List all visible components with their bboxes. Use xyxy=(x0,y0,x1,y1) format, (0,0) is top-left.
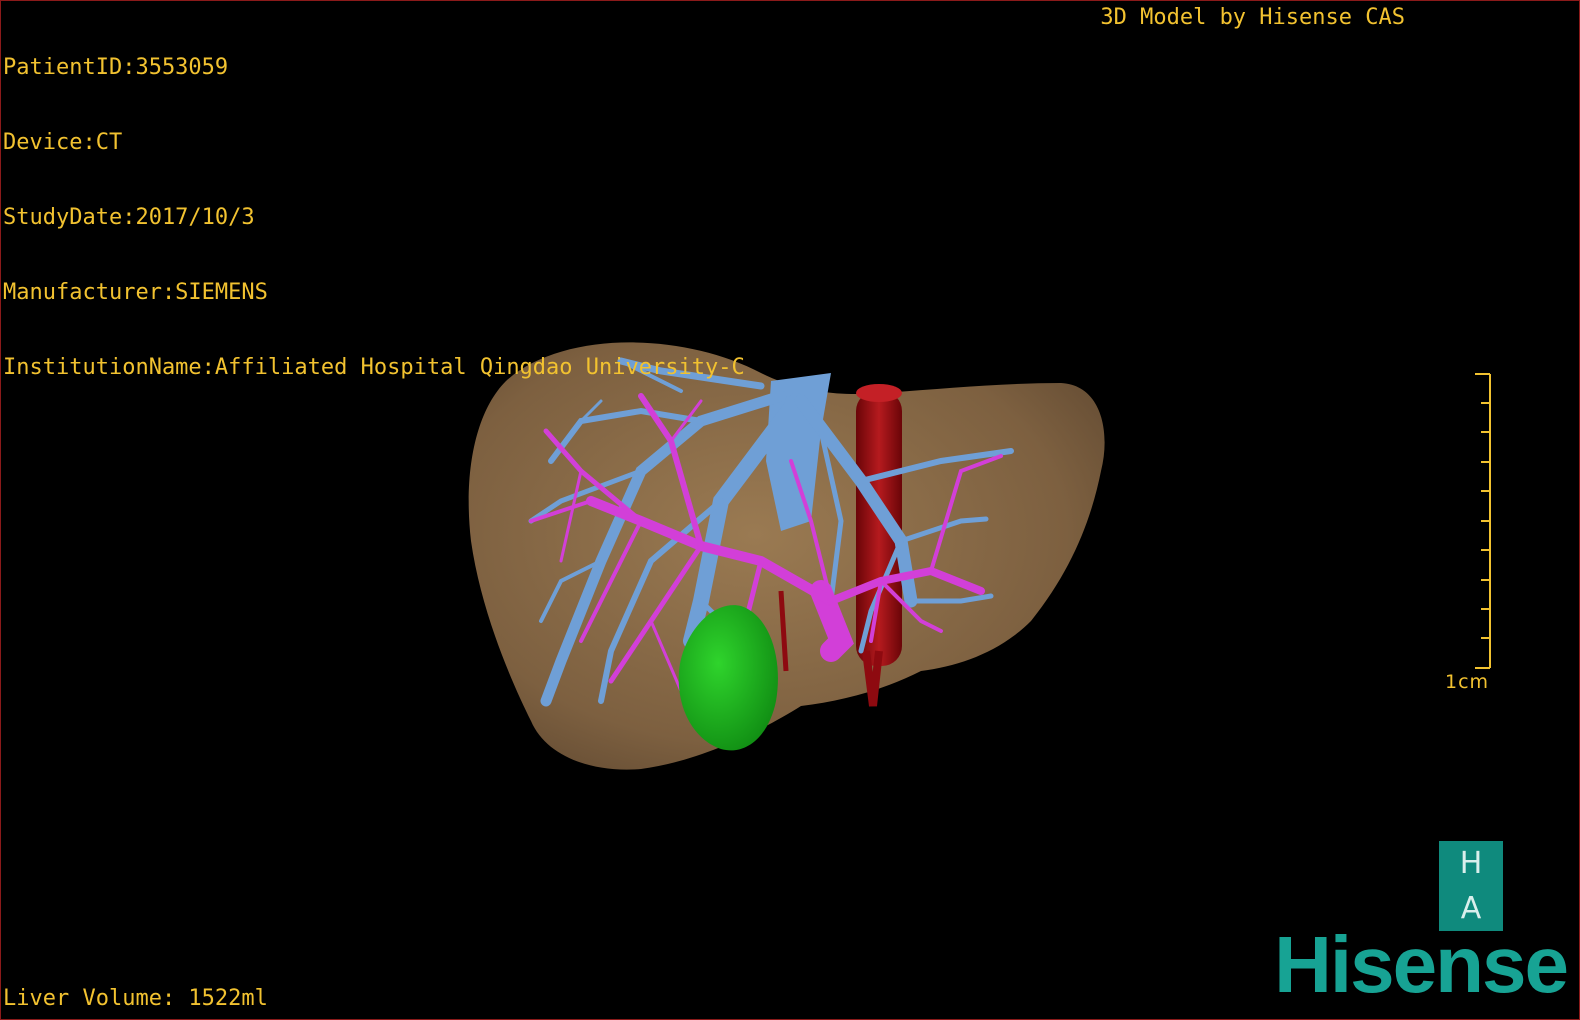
manufacturer: Manufacturer:SIEMENS xyxy=(3,280,268,305)
ha-logo-badge: H A xyxy=(1439,841,1503,931)
liver-volume-readout: Liver Volume: 1522ml xyxy=(3,986,268,1011)
scale-ruler xyxy=(1475,373,1491,669)
study-date: StudyDate:2017/10/3 xyxy=(3,205,255,230)
dicom-info-panel: PatientID:3553059 Device:CT StudyDate:20… xyxy=(3,5,745,430)
hisense-logo: Hisense xyxy=(1274,920,1569,1009)
model-caption: 3D Model by Hisense CAS xyxy=(1100,5,1405,30)
badge-letter-top: H xyxy=(1459,846,1483,881)
patient-id: PatientID:3553059 xyxy=(3,55,229,80)
scale-label: 1cm xyxy=(1445,671,1490,693)
device: Device:CT xyxy=(3,130,123,155)
render-viewport[interactable]: PatientID:3553059 Device:CT StudyDate:20… xyxy=(0,0,1580,1020)
institution-name: InstitutionName:Affiliated Hospital Qing… xyxy=(3,355,745,380)
